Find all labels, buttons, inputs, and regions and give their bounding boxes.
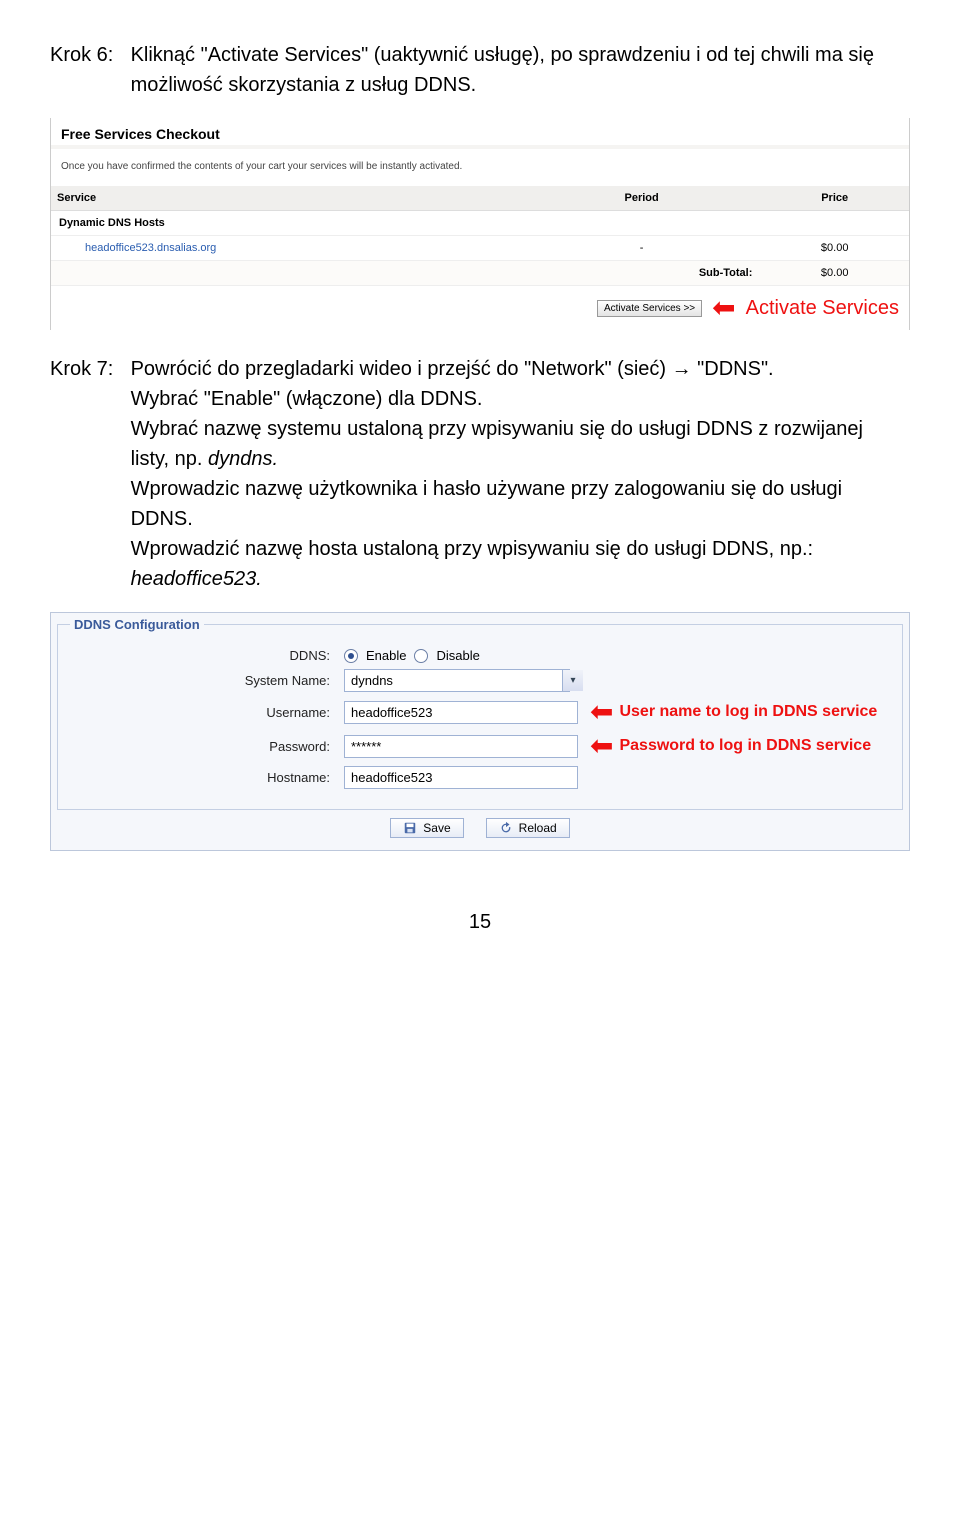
price-val: $0.00 [760,236,909,261]
col-service: Service [51,186,523,211]
radio-disable-label: Disable [436,648,479,663]
chevron-down-icon: ▾ [562,670,583,691]
row-ddns: DDNS: Enable Disable [70,648,890,663]
reload-button[interactable]: Reload [486,818,570,838]
activate-row: Activate Services >> ⬅ Activate Services [51,286,909,330]
save-label: Save [423,821,450,835]
step-7: Krok 7: Powrócić do przegladarki wideo i… [50,354,910,594]
category-label: Dynamic DNS Hosts [51,211,909,236]
subtotal-label: Sub-Total: [523,261,760,286]
activate-callout: Activate Services [746,297,899,320]
arrow-left-icon: ⬅ [712,294,735,322]
subtotal-row: Sub-Total: $0.00 [51,261,909,286]
step7-line5b: headoffice523. [131,568,262,590]
period-val: - [523,236,760,261]
row-hostname: Hostname: headoffice523 [70,766,890,789]
radio-enable-label: Enable [366,648,406,663]
save-icon [403,821,417,835]
password-callout: Password to log in DDNS service [619,737,871,755]
save-button[interactable]: Save [390,818,463,838]
col-period: Period [523,186,760,211]
activate-services-button[interactable]: Activate Services >> [597,300,702,317]
step7-line2: Wybrać "Enable" (włączone) dla DDNS. [131,388,483,410]
step7-line5a: Wprowadzić nazwę hosta ustaloną przy wpi… [131,538,814,560]
row-password: Password: ****** ⬅ Password to log in DD… [70,732,890,760]
radio-disable[interactable] [414,649,428,663]
table-header-row: Service Period Price [51,186,909,211]
checkout-table: Service Period Price Dynamic DNS Hosts h… [51,186,909,286]
table-row: headoffice523.dnsalias.org - $0.00 [51,236,909,261]
step6-label: Krok 6: [50,40,125,70]
label-system-name: System Name: [70,673,344,688]
row-system-name: System Name: dyndns ▾ [70,669,890,692]
label-ddns: DDNS: [70,648,344,663]
reload-label: Reload [519,821,557,835]
subtotal-val: $0.00 [760,261,909,286]
username-field[interactable]: headoffice523 [344,701,578,724]
step7-line1: Powrócić do przegladarki wideo i przejść… [131,358,774,380]
ddns-fieldset: DDNS Configuration DDNS: Enable Disable … [57,617,903,810]
hostname-field[interactable]: headoffice523 [344,766,578,789]
arrow-left-icon: ⬅ [590,698,613,726]
host-link[interactable]: headoffice523.dnsalias.org [59,242,216,254]
checkout-note: Once you have confirmed the contents of … [51,149,909,186]
step-6: Krok 6: Kliknąć "Activate Services" (uak… [50,40,910,100]
password-field[interactable]: ****** [344,735,578,758]
step7-line3b: dyndns. [208,448,278,470]
label-username: Username: [70,705,344,720]
step7-line4: Wprowadzic nazwę użytkownika i hasło uży… [131,478,842,530]
username-callout: User name to log in DDNS service [619,703,877,721]
step6-body: Kliknąć "Activate Services" (uaktywnić u… [131,40,901,100]
reload-icon [499,821,513,835]
system-name-value: dyndns [344,669,570,692]
col-price: Price [760,186,909,211]
row-username: Username: headoffice523 ⬅ User name to l… [70,698,890,726]
label-password: Password: [70,739,344,754]
arrow-left-icon: ⬅ [590,732,613,760]
checkout-screenshot: Free Services Checkout Once you have con… [50,118,910,330]
step7-label: Krok 7: [50,354,125,384]
ddns-config-screenshot: DDNS Configuration DDNS: Enable Disable … [50,612,910,851]
label-hostname: Hostname: [70,770,344,785]
page-number: 15 [50,911,910,934]
ddns-legend: DDNS Configuration [70,617,204,632]
step7-body: Powrócić do przegladarki wideo i przejść… [131,354,901,594]
table-category-row: Dynamic DNS Hosts [51,211,909,236]
system-name-select[interactable]: dyndns ▾ [344,669,584,692]
form-button-row: Save Reload [51,818,909,838]
checkout-title: Free Services Checkout [51,118,909,149]
radio-enable[interactable] [344,649,358,663]
